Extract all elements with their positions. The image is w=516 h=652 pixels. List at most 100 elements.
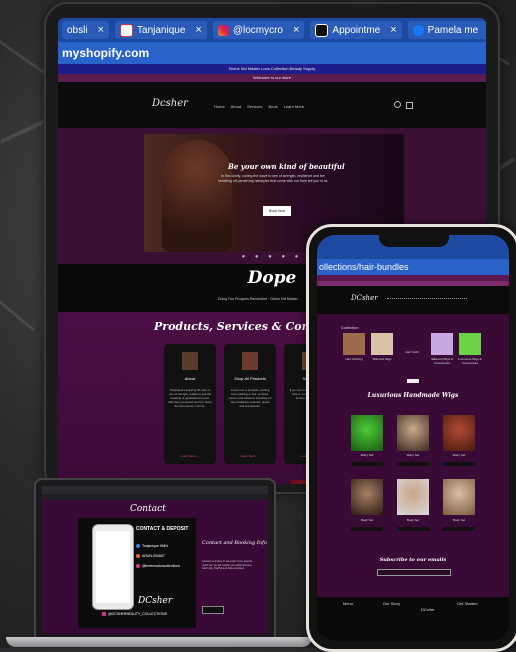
footer-handle: @DCSHERBEAUTY_COLLECTIONS (108, 612, 167, 616)
phone-graphic-screen (96, 531, 130, 603)
instagram-icon (102, 612, 106, 616)
nav-item[interactable]: Book (268, 104, 277, 109)
close-icon[interactable]: × (293, 24, 299, 36)
collection-thumb[interactable] (343, 333, 365, 355)
footer-col-title: Get Started (457, 601, 478, 606)
background-streak (0, 40, 50, 77)
add-to-cart-button[interactable] (443, 527, 475, 531)
phone-screen: ollections/hair-bundles DCsher Collectio… (317, 235, 509, 641)
browser-tab[interactable]: @locmycro × (212, 21, 305, 39)
close-icon[interactable]: × (98, 24, 104, 36)
contact-dot-icon (136, 564, 140, 568)
contact-card: CONTACT & DEPOSIT Tanjanique HMN ARUN-00… (78, 518, 196, 628)
wig-product[interactable] (397, 479, 429, 515)
collection-label: Silkened Wigs (372, 357, 392, 361)
wig-name: Wavy Set (452, 453, 466, 457)
address-bar[interactable] (42, 494, 268, 500)
welcome-bar: Welcome to our store (58, 74, 486, 82)
tab-label: Appointme (332, 24, 381, 36)
wig-name: Wavy Set (360, 453, 374, 457)
tab-label: Pamela me (427, 24, 479, 36)
scrolling-text: Doing Our Prospers Remember · Divine Kid… (218, 297, 298, 301)
laptop-screen: Contact CONTACT & DEPOSIT Tanjanique HMN… (42, 486, 268, 634)
contact-title: Contact (130, 504, 166, 514)
footer-col-title: Our Story (383, 601, 401, 606)
gmail-icon (120, 23, 134, 37)
close-icon[interactable]: × (195, 24, 201, 36)
site-nav: Home About Services Book Learn More (214, 104, 304, 109)
collection-label: Luxurious Wigs & Accessories (458, 357, 482, 365)
card-body: Lorem sum a products, starting from wash… (228, 388, 272, 408)
site-footer: Menu Our Story DCsher Get Started (317, 597, 509, 641)
laptop-device: Contact CONTACT & DEPOSIT Tanjanique HMN… (34, 478, 276, 640)
background-streak (0, 118, 48, 144)
collection-thumb[interactable] (371, 333, 393, 355)
wig-product[interactable] (397, 415, 429, 451)
contact-line-text: Tanjanique HMN (142, 544, 168, 548)
add-to-cart-button[interactable] (351, 462, 383, 466)
contact-line: @kreemsaloncollections (136, 564, 180, 568)
collections-label: Collection (341, 325, 359, 330)
card-link[interactable]: Learn More → (164, 454, 216, 458)
hero-text: In this lovely, curling the wave to see … (218, 174, 328, 183)
shop-card: Shop All Products Lorem sum a products, … (224, 344, 276, 464)
phone-graphic (92, 524, 134, 610)
nav-item[interactable]: Home (214, 104, 225, 109)
browser-tab[interactable]: Appointme × (310, 21, 402, 39)
laptop-base (6, 637, 312, 647)
add-to-cart-button[interactable] (443, 462, 475, 466)
add-to-cart-button[interactable] (397, 462, 429, 466)
url-text: myshopify.com (62, 46, 150, 60)
wig-product[interactable] (443, 479, 475, 515)
browser-tab[interactable]: Pamela me × (407, 21, 486, 39)
background-streak (0, 300, 35, 332)
collection-label: Hair Cloth (405, 350, 419, 354)
booking-title: Contact and Booking Info (202, 540, 267, 546)
site-header: DCsher (317, 286, 509, 314)
search-icon[interactable] (394, 101, 401, 108)
about-card: About Tanjanique's inspiring life story … (164, 344, 216, 464)
collection-thumb[interactable] (431, 333, 453, 355)
hero-model-photo (162, 140, 232, 252)
view-all-button[interactable] (407, 379, 419, 383)
close-icon[interactable]: × (390, 24, 396, 36)
browser-tab[interactable]: obsli × (62, 21, 110, 39)
browser-tab-bar (317, 235, 509, 259)
site-logo[interactable]: DCsher (351, 294, 378, 302)
cart-icon[interactable] (406, 102, 413, 109)
add-to-cart-button[interactable] (351, 527, 383, 531)
wig-product[interactable] (351, 479, 383, 515)
browser-tab[interactable]: Tanjanique × (115, 21, 207, 39)
site-logo[interactable]: Dcsher (152, 98, 188, 109)
wig-name: Body Set (406, 518, 420, 522)
square-icon (315, 23, 329, 37)
instagram-icon (217, 24, 229, 36)
facebook-icon (412, 24, 424, 36)
subscribe-heading: Subscribe to our emails (379, 557, 447, 563)
collection-thumb[interactable] (459, 333, 481, 355)
booking-button[interactable] (202, 606, 224, 614)
card-link[interactable]: Learn More → (224, 454, 276, 458)
collection-label: Hair Clothing (345, 357, 363, 361)
phone-notch (379, 235, 449, 247)
add-to-cart-button[interactable] (397, 527, 429, 531)
book-now-button[interactable]: Book Now (263, 206, 291, 216)
nav-item[interactable]: Services (247, 104, 262, 109)
footer-col-title: DCsher (421, 607, 435, 612)
browser-tab-bar (42, 486, 268, 494)
contact-dot-icon (136, 554, 140, 558)
nav-item[interactable]: Learn More (284, 104, 304, 109)
tab-label: Tanjanique (137, 24, 186, 36)
contact-line: Tanjanique HMN (136, 544, 168, 548)
phone-device: ollections/hair-bundles DCsher Collectio… (306, 224, 516, 652)
wig-name: Body Set (360, 518, 374, 522)
nav-item[interactable]: About (231, 104, 241, 109)
address-bar[interactable]: ollections/hair-bundles (317, 259, 509, 275)
address-bar[interactable]: myshopify.com (58, 42, 486, 64)
wig-product[interactable] (351, 415, 383, 451)
wig-product[interactable] (443, 415, 475, 451)
email-input[interactable] (377, 569, 451, 576)
announcement-bar: Divine Kid Master Loos Collection Beauty… (58, 64, 486, 74)
tab-label: @locmycro (232, 24, 283, 36)
card-title: Shop All Products (234, 376, 266, 381)
